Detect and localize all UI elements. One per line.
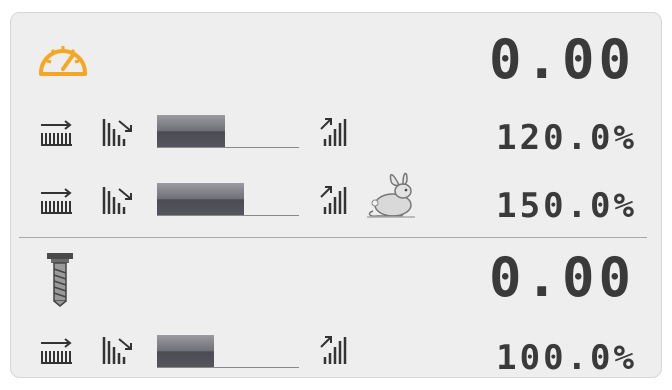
rapid-step-up-icon[interactable] (317, 183, 353, 217)
override-panel: 0.00 120.0% 150.0% 0.00 100.0% (10, 12, 662, 378)
feed-step-up-icon[interactable] (317, 115, 353, 149)
spindle-decrease-icon[interactable] (39, 335, 75, 367)
speedometer-icon (39, 46, 87, 76)
rapid-override-bar[interactable] (157, 183, 299, 216)
feed-step-down-icon[interactable] (101, 115, 137, 149)
spindle-value: 0.00 (488, 246, 635, 309)
spindle-step-down-icon[interactable] (101, 333, 137, 367)
spindle-override-bar-fill (157, 335, 214, 367)
feed-override-bar[interactable] (157, 115, 299, 148)
spindle-icon (47, 253, 73, 307)
rapid-step-down-icon[interactable] (101, 183, 137, 217)
feed-decrease-icon[interactable] (39, 117, 75, 149)
section-divider (19, 237, 647, 238)
feed-value: 0.00 (488, 28, 635, 91)
rapid-override-bar-fill (157, 183, 244, 215)
rapid-decrease-icon[interactable] (39, 185, 75, 217)
feed-override-bar-fill (157, 115, 226, 147)
rapid-override-value: 150.0% (496, 186, 637, 226)
spindle-override-bar[interactable] (157, 335, 299, 368)
feed-override-value: 120.0% (496, 118, 637, 158)
spindle-step-up-icon[interactable] (317, 333, 353, 367)
rabbit-icon (367, 172, 415, 218)
spindle-override-value: 100.0% (496, 338, 637, 378)
